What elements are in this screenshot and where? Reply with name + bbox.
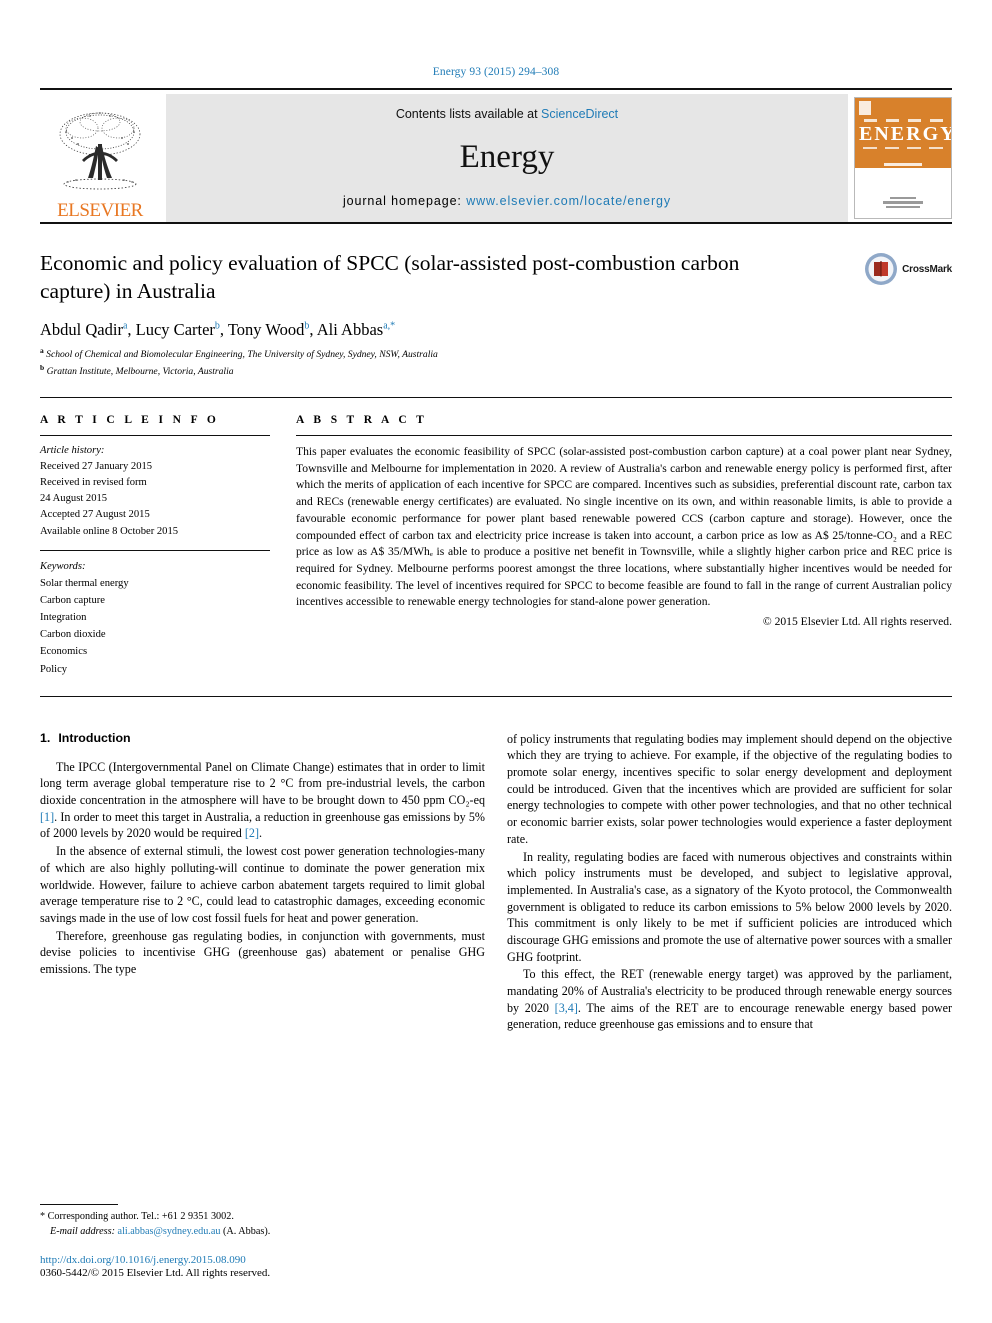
history-item: Received in revised form <box>40 477 147 489</box>
article-info-rule <box>40 435 270 437</box>
author-affil-mark[interactable]: b <box>304 320 309 331</box>
email-link[interactable]: ali.abbas@sydney.edu.au <box>118 1226 221 1237</box>
cover-topic-row <box>859 119 947 122</box>
journal-reference: Energy 93 (2015) 294–308 <box>432 66 560 78</box>
paragraph: In reality, regulating bodies are faced … <box>507 849 952 964</box>
abstract-heading: A B S T R A C T <box>296 414 428 427</box>
abstract-text: This paper evaluates the economic feasib… <box>296 445 952 609</box>
history-item: Received 27 January 2015 <box>40 461 153 473</box>
paper-page: Energy 93 (2015) 294–308 ELSEVIER Conten… <box>0 0 992 1323</box>
keywords-label: Keywords: <box>40 560 86 572</box>
keyword-item: Policy <box>40 663 68 675</box>
title-block: CrossMark Economic and policy evaluation… <box>40 250 952 379</box>
history-item: Available online 8 October 2015 <box>40 525 179 537</box>
elsevier-wordmark: ELSEVIER <box>57 200 143 221</box>
cover-publisher-mark <box>859 101 871 115</box>
author-name: Tony Wood <box>227 319 305 339</box>
homepage-label: journal homepage: <box>342 194 467 208</box>
corresponding-author-note: * Corresponding author. Tel.: +61 2 9351… <box>40 1211 234 1223</box>
journal-cover-thumbnail: ENERGY <box>854 97 952 219</box>
section-number: 1. <box>40 730 51 745</box>
article-history-label: Article history: <box>40 445 105 457</box>
paragraph: of policy instruments that regulating bo… <box>507 731 952 846</box>
crossmark-label: CrossMark <box>902 263 952 275</box>
abstract-bottom-rule <box>40 695 952 697</box>
masthead-bottom-rule <box>40 222 952 224</box>
keyword-item: Carbon dioxide <box>40 629 106 641</box>
info-abstract-region: A R T I C L E I N F O Article history: R… <box>40 414 952 678</box>
homepage-url[interactable]: www.elsevier.com/locate/energy <box>466 194 671 208</box>
affiliation-b: b Grattan Institute, Melbourne, Victoria… <box>40 363 952 379</box>
author-affil-mark[interactable]: a <box>123 320 127 331</box>
paragraph: The IPCC (Intergovernmental Panel on Cli… <box>40 759 485 841</box>
elsevier-tree-icon <box>59 112 141 190</box>
paragraph: Therefore, greenhouse gas regulating bod… <box>40 928 485 976</box>
doi-link[interactable]: http://dx.doi.org/10.1016/j.energy.2015.… <box>40 1254 485 1266</box>
crossmark-badge[interactable]: CrossMark <box>864 252 952 286</box>
affiliation-mark: a <box>40 345 44 355</box>
contents-label: Contents lists available at <box>395 107 542 121</box>
author-name: Abdul Qadir <box>40 319 123 339</box>
history-item: 24 August 2015 <box>40 493 108 505</box>
crossmark-icon <box>865 253 898 285</box>
homepage-line: journal homepage: www.elsevier.com/locat… <box>343 194 671 208</box>
article-info-column: A R T I C L E I N F O Article history: R… <box>40 414 270 678</box>
article-history-block: Article history: Received 27 January 201… <box>40 443 270 540</box>
email-owner: (A. Abbas). <box>220 1226 271 1238</box>
affiliation-text: Grattan Institute, Melbourne, Victoria, … <box>46 366 234 378</box>
affiliation-a: a School of Chemical and Biomolecular En… <box>40 346 952 362</box>
email-label: E-mail address: <box>50 1226 118 1238</box>
section-title: Introduction <box>58 730 131 745</box>
issn-copyright: 0360-5442/© 2015 Elsevier Ltd. All right… <box>40 1267 271 1279</box>
cover-subtopic-row <box>859 146 947 149</box>
cover-title: ENERGY <box>859 122 952 145</box>
elsevier-logo: ELSEVIER <box>40 94 160 222</box>
body-column-left: 1. Introduction The IPCC (Intergovernment… <box>40 731 485 1034</box>
paragraph: In the absence of external stimuli, the … <box>40 844 485 925</box>
section-heading-introduction: 1. Introduction <box>40 731 485 745</box>
cover-sciencedirect-mark <box>855 195 951 210</box>
article-info-heading: A R T I C L E I N F O <box>40 414 220 427</box>
author-name: Ali Abbas <box>316 319 384 339</box>
abstract-column: A B S T R A C T This paper evaluates the… <box>296 414 952 678</box>
cover-top: ENERGY <box>855 98 951 168</box>
affiliation-text: School of Chemical and Biomolecular Engi… <box>46 349 438 361</box>
author-affil-mark[interactable]: a,* <box>383 320 395 331</box>
sciencedirect-link[interactable]: ScienceDirect <box>541 107 618 121</box>
keywords-rule <box>40 549 270 551</box>
abstract-copyright: © 2015 Elsevier Ltd. All rights reserved… <box>762 614 952 628</box>
masthead-top-rule <box>40 88 952 90</box>
author-affil-mark[interactable]: b <box>215 320 220 331</box>
footnote-region: * Corresponding author. Tel.: +61 2 9351… <box>40 1204 485 1279</box>
author-list: Abdul Qadira, Lucy Carterb, Tony Woodb, … <box>40 319 396 339</box>
body-columns: 1. Introduction The IPCC (Intergovernment… <box>40 731 952 1034</box>
info-top-rule <box>40 397 952 399</box>
contents-line: Contents lists available at ScienceDirec… <box>396 107 618 121</box>
affiliation-mark: b <box>40 362 45 372</box>
cover-bottom <box>855 167 951 218</box>
keyword-item: Solar thermal energy <box>40 577 129 589</box>
masthead: ELSEVIER Contents lists available at Sci… <box>40 94 952 222</box>
journal-title: Energy <box>459 139 555 175</box>
page-title: Economic and policy evaluation of SPCC (… <box>40 251 740 303</box>
paragraph: To this effect, the RET (renewable energ… <box>507 967 953 1032</box>
author-name: Lucy Carter <box>135 319 215 339</box>
email-note: E-mail address: ali.abbas@sydney.edu.au … <box>40 1225 485 1240</box>
journal-banner: Contents lists available at ScienceDirec… <box>166 94 848 222</box>
keyword-item: Economics <box>40 646 88 658</box>
keyword-item: Carbon capture <box>40 594 106 606</box>
body-column-right: of policy instruments that regulating bo… <box>507 731 952 1034</box>
footnote-rule <box>40 1204 118 1206</box>
keyword-item: Integration <box>40 612 87 624</box>
abstract-rule <box>296 435 952 437</box>
history-item: Accepted 27 August 2015 <box>40 509 150 521</box>
keywords-block: Keywords: Solar thermal energy Carbon ca… <box>40 558 270 678</box>
doi-block: http://dx.doi.org/10.1016/j.energy.2015.… <box>40 1254 485 1279</box>
